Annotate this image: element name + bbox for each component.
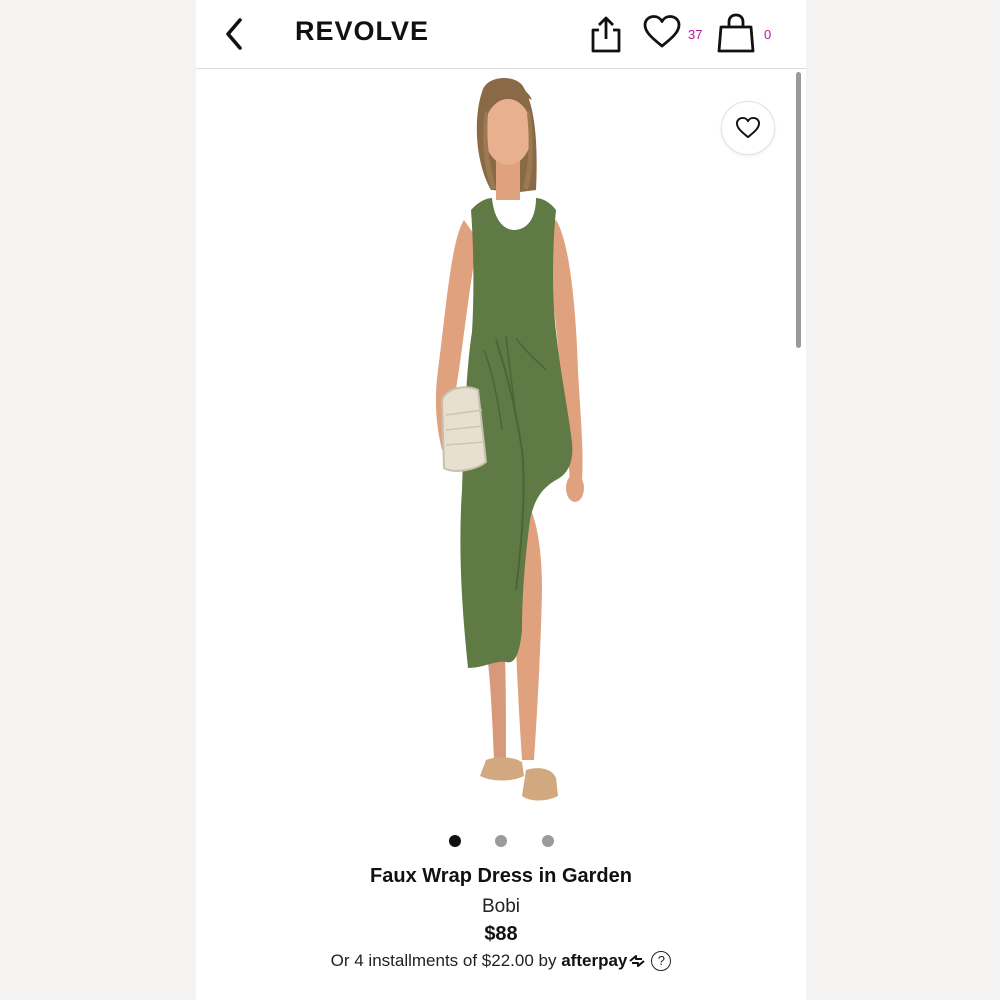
wishlist-count-badge: 37 — [688, 27, 703, 42]
top-navigation-bar: REVOLVE 37 0 — [196, 0, 806, 69]
installments-text: Or 4 installments of $22.00 by — [330, 951, 557, 970]
revolve-logo[interactable]: REVOLVE — [295, 16, 429, 47]
product-brand[interactable]: Bobi — [196, 896, 806, 918]
wishlist-heart-icon[interactable] — [642, 14, 682, 50]
left-background — [0, 0, 196, 1000]
afterpay-arrows-icon — [629, 955, 645, 967]
favorite-button[interactable] — [721, 101, 775, 155]
afterpay-help-icon[interactable]: ? — [651, 951, 672, 971]
installments-line: Or 4 installments of $22.00 by afterpay … — [196, 951, 806, 971]
carousel-dot-2[interactable] — [495, 835, 507, 847]
right-background — [806, 0, 1000, 1000]
product-price: $88 — [484, 923, 518, 945]
carousel-dot-1[interactable] — [449, 835, 461, 847]
product-page: REVOLVE 37 0 Faux Wrap Dress in Garden B… — [196, 0, 806, 1000]
product-image[interactable] — [346, 70, 666, 825]
scrollbar[interactable] — [796, 72, 801, 348]
afterpay-logo: afterpay — [561, 951, 628, 970]
share-icon[interactable] — [588, 14, 624, 54]
bag-count-badge: 0 — [764, 27, 772, 42]
shopping-bag-icon[interactable] — [716, 12, 756, 54]
carousel-dot-3[interactable] — [542, 835, 554, 847]
product-name: Faux Wrap Dress in Garden — [370, 865, 632, 887]
chevron-left-icon[interactable] — [220, 14, 250, 54]
image-carousel-dots — [196, 833, 806, 849]
heart-icon — [735, 116, 761, 139]
